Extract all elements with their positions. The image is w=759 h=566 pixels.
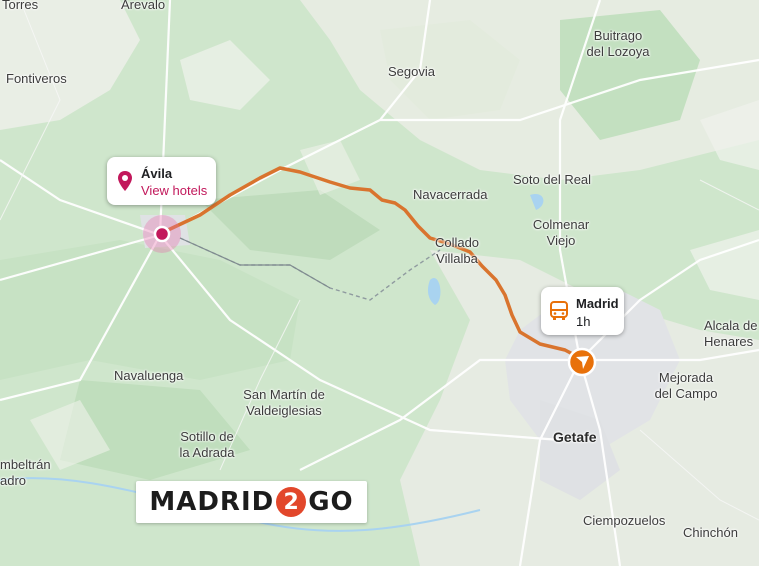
logo-text-left: MADRID (149, 487, 275, 517)
travel-duration: 1h (576, 314, 591, 329)
place-label-fontiveros: Fontiveros (6, 71, 67, 86)
place-label-cadalso: mbeltrán adro (0, 457, 51, 488)
logo-badge: 2 (276, 487, 307, 517)
destination-name: Madrid (576, 296, 619, 311)
place-label-torres: Torres (2, 0, 39, 12)
madrid2go-logo: MADRID 2 GO (136, 481, 367, 523)
place-label-navaluenga: Navaluenga (114, 368, 184, 383)
place-label-ciempozuelos: Ciempozuelos (583, 513, 666, 528)
place-label-collado-villalba: Collado Villalba (434, 235, 480, 266)
place-label-soto-del-real: Soto del Real (513, 172, 592, 187)
bus-icon (550, 301, 568, 326)
place-label-chinchon: Chinchón (683, 525, 738, 540)
view-hotels-link[interactable]: View hotels (141, 182, 207, 200)
map-base (0, 0, 759, 566)
place-label-buitrago: Buitrago del Lozoya (586, 28, 650, 59)
origin-name: Ávila (141, 166, 173, 181)
origin-dot[interactable] (153, 225, 171, 243)
place-label-segovia: Segovia (388, 64, 435, 79)
map-view[interactable]: Torres Arevalo Fontiveros Segovia Buitra… (0, 0, 759, 566)
place-label-arevalo: Arevalo (121, 0, 166, 12)
destination-marker[interactable] (567, 347, 597, 377)
place-label-getafe: Getafe (553, 429, 597, 445)
place-label-mejorada: Mejorada del Campo (654, 370, 718, 401)
location-pin-icon (118, 171, 132, 196)
origin-callout[interactable]: Ávila View hotels (107, 157, 216, 205)
place-label-san-martin: San Martín de Valdeiglesias (243, 387, 325, 418)
destination-callout[interactable]: Madrid 1h (541, 287, 624, 335)
place-label-colmenar-viejo: Colmenar Viejo (532, 217, 590, 248)
logo-text-right: GO (308, 487, 354, 517)
place-label-alcala: Alcala de Henares (704, 318, 758, 349)
place-label-sotillo: Sotillo de la Adrada (179, 429, 235, 460)
place-label-navacerrada: Navacerrada (413, 187, 488, 202)
